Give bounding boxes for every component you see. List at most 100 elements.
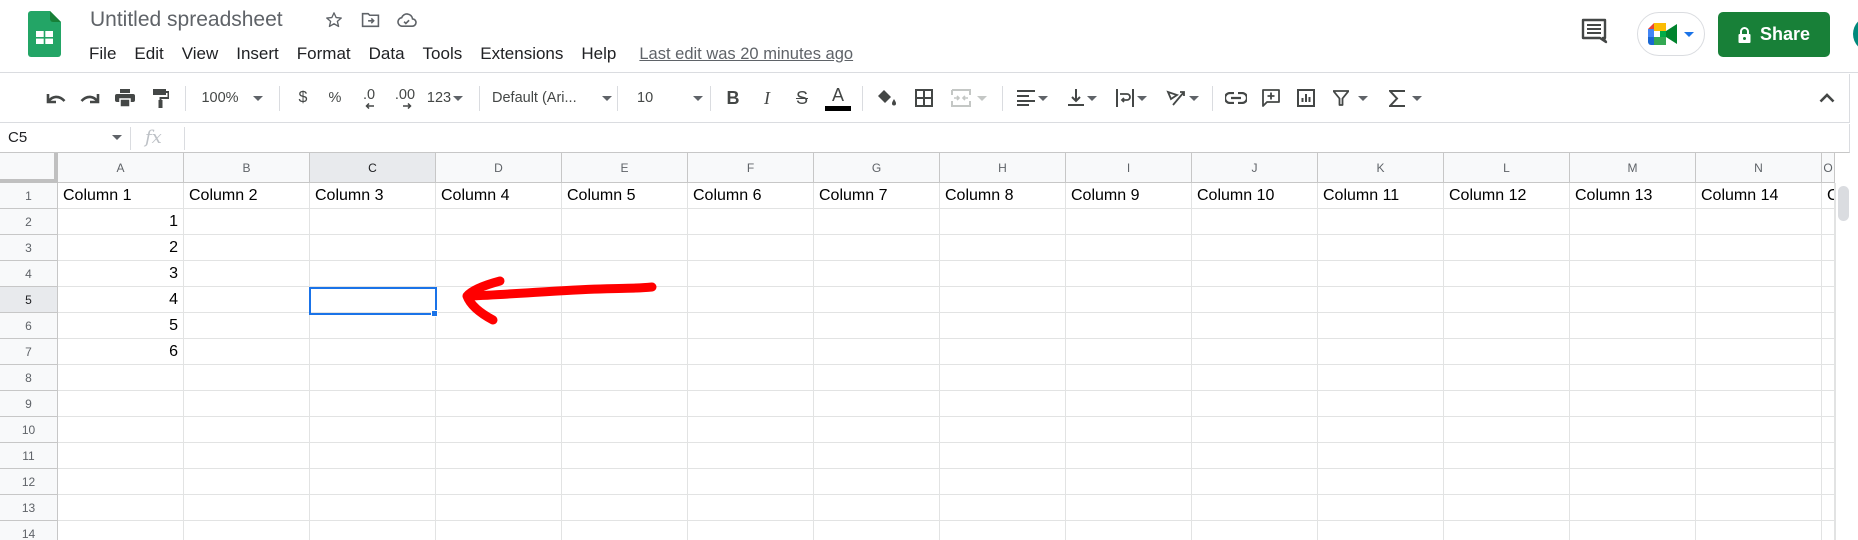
cell-b1[interactable]: Column 2 — [184, 183, 310, 209]
column-header-g[interactable]: G — [814, 153, 940, 183]
cell-b2[interactable] — [184, 209, 310, 235]
cell-o1[interactable]: Column 15 — [1822, 183, 1835, 209]
cell-b7[interactable] — [184, 339, 310, 365]
cell-e2[interactable] — [562, 209, 688, 235]
cell-c8[interactable] — [310, 365, 436, 391]
cell-m8[interactable] — [1570, 365, 1696, 391]
cell-k4[interactable] — [1318, 261, 1444, 287]
zoom-select[interactable]: 100% — [198, 84, 266, 112]
cell-l8[interactable] — [1444, 365, 1570, 391]
cell-n3[interactable] — [1696, 235, 1822, 261]
cell-n1[interactable]: Column 14 — [1696, 183, 1822, 209]
cell-m11[interactable] — [1570, 443, 1696, 469]
cell-g9[interactable] — [814, 391, 940, 417]
cell-i2[interactable] — [1066, 209, 1192, 235]
cell-h7[interactable] — [940, 339, 1066, 365]
cell-c7[interactable] — [310, 339, 436, 365]
cell-a8[interactable] — [58, 365, 184, 391]
cell-e8[interactable] — [562, 365, 688, 391]
cell-i1[interactable]: Column 9 — [1066, 183, 1192, 209]
cell-d1[interactable]: Column 4 — [436, 183, 562, 209]
cell-g2[interactable] — [814, 209, 940, 235]
cell-d7[interactable] — [436, 339, 562, 365]
vertical-scrollbar-thumb[interactable] — [1838, 186, 1849, 221]
cell-n5[interactable] — [1696, 287, 1822, 313]
print-button[interactable] — [111, 84, 139, 112]
cell-k14[interactable] — [1318, 521, 1444, 540]
cell-f2[interactable] — [688, 209, 814, 235]
cell-k2[interactable] — [1318, 209, 1444, 235]
cell-g14[interactable] — [814, 521, 940, 540]
row-header-10[interactable]: 10 — [0, 417, 58, 443]
font-family-select[interactable]: Default (Ari... — [492, 84, 612, 112]
insert-chart-button[interactable] — [1292, 84, 1320, 112]
cell-l3[interactable] — [1444, 235, 1570, 261]
move-to-folder-icon[interactable] — [359, 9, 381, 31]
column-header-n[interactable]: N — [1696, 153, 1822, 183]
italic-button[interactable]: I — [754, 84, 780, 112]
cell-a3[interactable]: 2 — [58, 235, 184, 261]
cell-f8[interactable] — [688, 365, 814, 391]
cell-b6[interactable] — [184, 313, 310, 339]
cell-k5[interactable] — [1318, 287, 1444, 313]
cell-h6[interactable] — [940, 313, 1066, 339]
cell-b3[interactable] — [184, 235, 310, 261]
cell-f3[interactable] — [688, 235, 814, 261]
cell-d4[interactable] — [436, 261, 562, 287]
cell-b5[interactable] — [184, 287, 310, 313]
cell-h12[interactable] — [940, 469, 1066, 495]
cell-f9[interactable] — [688, 391, 814, 417]
cell-o13[interactable] — [1822, 495, 1835, 521]
cell-d3[interactable] — [436, 235, 562, 261]
row-header-1[interactable]: 1 — [0, 183, 58, 209]
cell-n7[interactable] — [1696, 339, 1822, 365]
cell-k3[interactable] — [1318, 235, 1444, 261]
cell-m3[interactable] — [1570, 235, 1696, 261]
vertical-scrollbar[interactable] — [1835, 183, 1850, 540]
cell-k11[interactable] — [1318, 443, 1444, 469]
cell-e3[interactable] — [562, 235, 688, 261]
cell-b12[interactable] — [184, 469, 310, 495]
cell-c4[interactable] — [310, 261, 436, 287]
redo-button[interactable] — [76, 84, 104, 112]
cell-k7[interactable] — [1318, 339, 1444, 365]
cell-k9[interactable] — [1318, 391, 1444, 417]
cell-c10[interactable] — [310, 417, 436, 443]
formula-input[interactable] — [190, 126, 1830, 150]
row-header-8[interactable]: 8 — [0, 365, 58, 391]
cell-h3[interactable] — [940, 235, 1066, 261]
horizontal-align-button[interactable] — [1012, 84, 1052, 112]
cell-h5[interactable] — [940, 287, 1066, 313]
cell-i7[interactable] — [1066, 339, 1192, 365]
cell-a7[interactable]: 6 — [58, 339, 184, 365]
cell-j6[interactable] — [1192, 313, 1318, 339]
fill-color-button[interactable] — [873, 84, 901, 112]
column-header-b[interactable]: B — [184, 153, 310, 183]
row-header-2[interactable]: 2 — [0, 209, 58, 235]
column-header-m[interactable]: M — [1570, 153, 1696, 183]
cell-f12[interactable] — [688, 469, 814, 495]
cell-k10[interactable] — [1318, 417, 1444, 443]
cell-a5[interactable]: 4 — [58, 287, 184, 313]
cell-m9[interactable] — [1570, 391, 1696, 417]
column-header-j[interactable]: J — [1192, 153, 1318, 183]
column-header-f[interactable]: F — [688, 153, 814, 183]
borders-button[interactable] — [910, 84, 938, 112]
cell-m4[interactable] — [1570, 261, 1696, 287]
cell-i3[interactable] — [1066, 235, 1192, 261]
cell-g13[interactable] — [814, 495, 940, 521]
cell-a14[interactable] — [58, 521, 184, 540]
cell-c2[interactable] — [310, 209, 436, 235]
cell-m2[interactable] — [1570, 209, 1696, 235]
cell-e13[interactable] — [562, 495, 688, 521]
menu-file[interactable]: File — [80, 42, 125, 66]
column-header-i[interactable]: I — [1066, 153, 1192, 183]
strikethrough-button[interactable]: S — [789, 84, 815, 112]
cell-m5[interactable] — [1570, 287, 1696, 313]
cell-f11[interactable] — [688, 443, 814, 469]
vertical-align-button[interactable] — [1062, 84, 1102, 112]
column-header-d[interactable]: D — [436, 153, 562, 183]
google-sheets-logo[interactable] — [28, 11, 61, 57]
cell-n2[interactable] — [1696, 209, 1822, 235]
menu-help[interactable]: Help — [572, 42, 625, 66]
